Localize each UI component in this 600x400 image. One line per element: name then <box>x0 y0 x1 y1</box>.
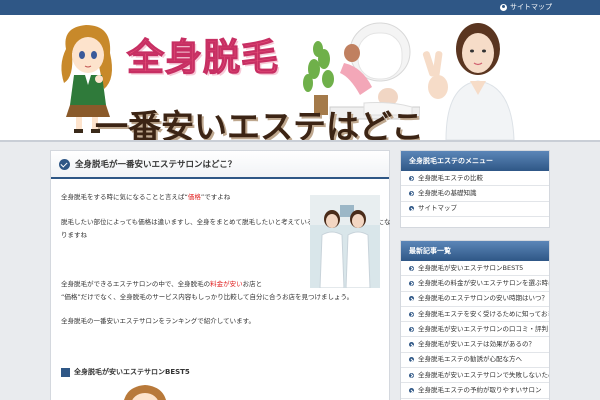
sidebar-menu-item[interactable]: 全身脱毛の基礎知識 <box>401 186 549 202</box>
article-paragraph-3: 全身脱毛ができるエステサロンの中で、全身脱毛の料金が安いお店と <box>61 278 262 290</box>
banner-title-main: 全身脱毛 <box>126 35 279 79</box>
sidebar-menu-widget: 全身脱毛エステのメニュー 全身脱毛エステの比較 全身脱毛の基礎知識 サイトマップ <box>400 150 550 228</box>
ranking-girl-illustration <box>124 385 166 400</box>
ranking-subheading: 全身脱毛が安いエステサロンBEST5 <box>61 367 190 377</box>
chevron-circle-icon <box>409 296 414 302</box>
recent-article-link[interactable]: 全身脱毛が安いエステは効果があるの？ <box>401 337 549 353</box>
sitemap-label: サイトマップ <box>510 3 552 11</box>
chevron-circle-icon <box>409 372 414 378</box>
check-circle-icon <box>59 158 70 170</box>
recent-article-link-label: 全身脱毛の料金が安いエステサロンを選ぶ時に気をつけたいポイント <box>418 278 549 287</box>
para1-text-a: 全身脱毛をする時に気になることと言えば“ <box>61 193 188 201</box>
recent-article-link-label: 全身脱毛エステの勧誘が心配な方へ <box>418 355 522 364</box>
chevron-circle-icon <box>409 311 414 317</box>
chevron-circle-icon <box>409 388 414 394</box>
recent-article-link[interactable]: 全身脱毛のエステサロンの安い時期はいつ？ <box>401 292 549 307</box>
chevron-circle-icon <box>409 326 414 332</box>
sidebar-menu-list: 全身脱毛エステの比較 全身脱毛の基礎知識 サイトマップ <box>401 171 549 217</box>
sidebar-menu-item[interactable]: 全身脱毛エステの比較 <box>401 171 549 187</box>
banner-title-sub: 一番安いエステはどこ？ <box>95 107 458 140</box>
sidebar-menu-item-label: 全身脱毛の基礎知識 <box>418 188 477 197</box>
recent-article-link[interactable]: 全身脱毛の料金が安いエステサロンを選ぶ時に気をつけたいポイント <box>401 276 549 292</box>
chevron-circle-icon <box>409 280 414 286</box>
article-paragraph-1: 全身脱毛をする時に気になることと言えば“価格”ですよね <box>61 191 230 203</box>
chevron-circle-icon <box>409 175 414 181</box>
therapist-photo <box>420 15 524 140</box>
recent-article-link-label: 全身脱毛エステの予約が取りやすいサロン <box>418 386 542 395</box>
sidebar-recent-list: 全身脱毛が安いエステサロンBEST5 全身脱毛の料金が安いエステサロンを選ぶ時に気… <box>401 261 549 399</box>
chevron-circle-icon <box>409 190 414 196</box>
site-header-banner[interactable]: 全身脱毛 一番安いエステはどこ？ <box>0 15 600 140</box>
para3-text-c: お店と <box>242 280 263 288</box>
top-bar: サイトマップ <box>0 0 600 15</box>
para1-highlight: 価格 <box>187 193 201 201</box>
square-icon <box>61 367 70 377</box>
recent-article-link[interactable]: 全身脱毛エステの予約が取りやすいサロン <box>401 383 549 399</box>
para1-text-c: ”ですよね <box>200 193 231 201</box>
sidebar-menu-item-label: サイトマップ <box>418 204 457 213</box>
article-title: 全身脱毛が一番安いエステサロンはどこ？ <box>75 160 237 170</box>
sidebar-recent-title: 最新記事一覧 <box>401 241 549 261</box>
recent-article-link[interactable]: 全身脱毛が安いエステサロンで失敗しないためには <box>401 368 549 384</box>
para3-highlight: 料金が安い <box>210 280 243 288</box>
article-paragraph-2-cont: りますね <box>61 231 87 239</box>
sidebar-menu-item[interactable]: サイトマップ <box>401 202 549 217</box>
recent-article-link[interactable]: 全身脱毛が安いエステサロンBEST5 <box>401 261 549 277</box>
main-article: 全身脱毛が一番安いエステサロンはどこ？ 全身脱毛をする時に気になることと言えば“… <box>50 150 391 400</box>
chevron-circle-icon <box>409 342 414 348</box>
article-paragraph-4: 全身脱毛の一番安いエステサロンをランキングで紹介しています。 <box>61 317 255 325</box>
user-icon <box>500 4 507 11</box>
sidebar-recent-widget: 最新記事一覧 全身脱毛が安いエステサロンBEST5 全身脱毛の料金が安いエステサロ… <box>400 240 550 400</box>
recent-article-link-label: 全身脱毛のエステサロンの安い時期はいつ？ <box>418 294 548 303</box>
chevron-circle-icon <box>409 206 414 212</box>
recent-article-link-label: 全身脱毛が安いエステは効果があるの？ <box>418 340 535 349</box>
sitemap-link[interactable]: サイトマップ <box>500 2 552 13</box>
para2-text-a: 脱毛したい部位によっても価格は違いますし、全身をまとめて脱毛したいと考えている方… <box>61 218 352 226</box>
recent-article-link-label: 全身脱毛が安いエステサロンで失敗しないためには <box>418 370 549 379</box>
chevron-circle-icon <box>409 357 414 363</box>
para3-text-a: 全身脱毛ができるエステサロンの中で、全身脱毛の <box>61 280 211 288</box>
header-divider <box>0 140 600 142</box>
sidebar-menu-title: 全身脱毛エステのメニュー <box>401 151 549 171</box>
recent-article-link-label: 全身脱毛エステを安く受けるために知っておきたい3つ <box>418 309 549 318</box>
recent-article-link[interactable]: 全身脱毛が安いエステサロンの口コミ・評判 <box>401 322 549 338</box>
article-header: 全身脱毛が一番安いエステサロンはどこ？ <box>51 151 389 179</box>
recent-article-link[interactable]: 全身脱毛エステの勧誘が心配な方へ <box>401 353 549 369</box>
two-therapists-photo <box>310 195 380 288</box>
article-paragraph-3-cont: “価格”だけでなく、全身脱毛のサービス内容もしっかり比較して自分に合うお店を見つ… <box>61 293 354 301</box>
sidebar-menu-item-label: 全身脱毛エステの比較 <box>418 173 483 182</box>
recent-article-link-label: 全身脱毛が安いエステサロンBEST5 <box>418 263 524 272</box>
recent-article-link-label: 全身脱毛が安いエステサロンの口コミ・評判 <box>418 324 548 333</box>
ranking-subheading-text: 全身脱毛が安いエステサロンBEST5 <box>74 368 190 376</box>
recent-article-link[interactable]: 全身脱毛エステを安く受けるために知っておきたい3つ <box>401 307 549 323</box>
chevron-circle-icon <box>409 265 414 271</box>
